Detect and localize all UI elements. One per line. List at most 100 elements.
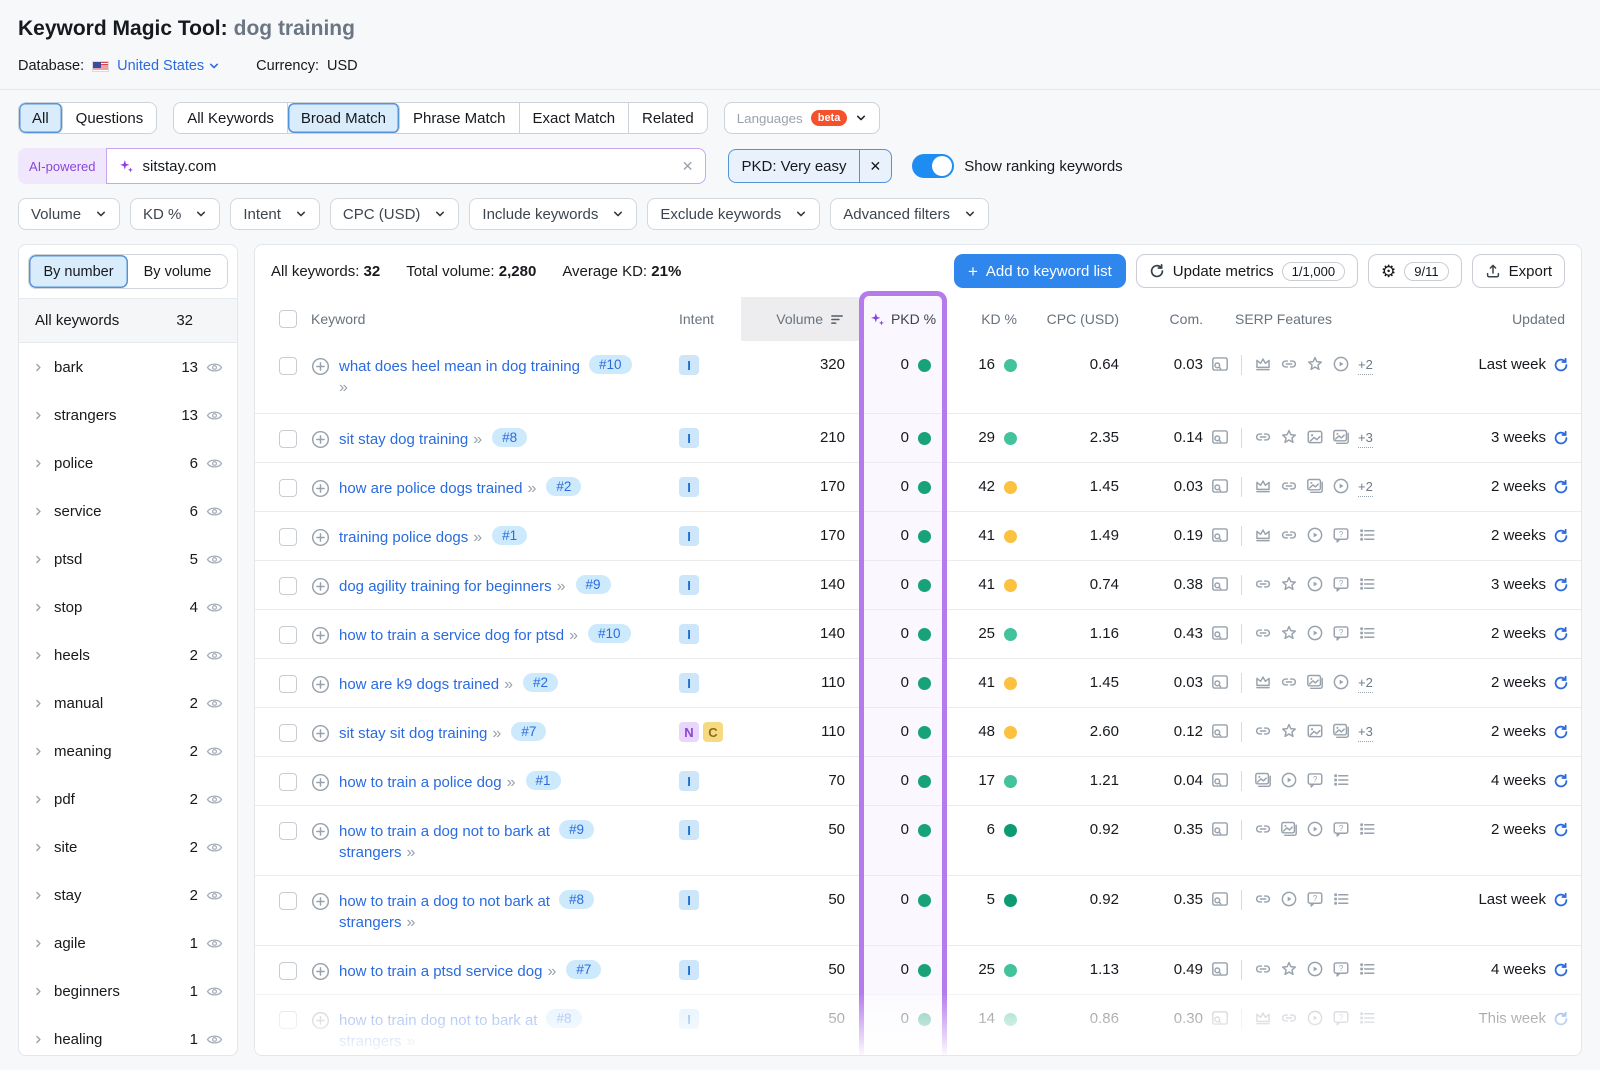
add-keyword-plus-icon[interactable]: [311, 1011, 330, 1030]
ranking-keywords-toggle[interactable]: [912, 154, 954, 178]
export-button[interactable]: Export: [1472, 254, 1565, 288]
row-checkbox[interactable]: [279, 962, 297, 980]
row-checkbox[interactable]: [279, 892, 297, 910]
tab-questions[interactable]: Questions: [63, 103, 157, 133]
sidebar-item-police[interactable]: police 6: [19, 439, 237, 487]
tab-related[interactable]: Related: [629, 103, 707, 133]
keyword-link[interactable]: how to train a service dog for ptsd»: [339, 625, 579, 646]
eye-icon[interactable]: [206, 553, 223, 566]
settings-button[interactable]: ⚙ 9/11: [1368, 254, 1462, 288]
keyword-search-box[interactable]: ✕: [106, 148, 706, 184]
filter-advanced-filters[interactable]: Advanced filters: [830, 198, 989, 230]
keyword-link[interactable]: sit stay sit dog training»: [339, 723, 502, 744]
eye-icon[interactable]: [206, 409, 223, 422]
sidebar-item-strangers[interactable]: strangers 13: [19, 391, 237, 439]
sort-by-number-tab[interactable]: By number: [29, 255, 128, 288]
eye-icon[interactable]: [206, 889, 223, 902]
refresh-row-icon[interactable]: [1553, 430, 1569, 446]
serp-more-count[interactable]: +3: [1358, 429, 1373, 448]
all-keywords-group[interactable]: All keywords 32: [19, 298, 237, 343]
refresh-row-icon[interactable]: [1553, 357, 1569, 373]
column-header-intent[interactable]: Intent: [679, 297, 741, 341]
expand-keyword-icon[interactable]: »: [473, 529, 483, 546]
sidebar-item-meaning[interactable]: meaning 2: [19, 727, 237, 775]
serp-more-count[interactable]: +3: [1358, 723, 1373, 742]
add-keyword-plus-icon[interactable]: [311, 773, 330, 792]
eye-icon[interactable]: [206, 697, 223, 710]
sidebar-item-site[interactable]: site 2: [19, 823, 237, 871]
keyword-link[interactable]: how to train a dog to not bark atstrange…: [339, 891, 550, 933]
serp-more-count[interactable]: +2: [1358, 478, 1373, 497]
row-checkbox[interactable]: [279, 479, 297, 497]
row-checkbox[interactable]: [279, 822, 297, 840]
filter-kd-[interactable]: KD %: [130, 198, 220, 230]
add-keyword-plus-icon[interactable]: [311, 675, 330, 694]
keyword-link[interactable]: what does heel mean in dog training»: [339, 356, 580, 398]
column-header-keyword[interactable]: Keyword: [311, 297, 679, 341]
serp-more-count[interactable]: +2: [1358, 674, 1373, 693]
filter-intent[interactable]: Intent: [230, 198, 320, 230]
row-checkbox[interactable]: [279, 357, 297, 375]
filter-exclude-keywords[interactable]: Exclude keywords: [647, 198, 820, 230]
sidebar-item-pdf[interactable]: pdf 2: [19, 775, 237, 823]
eye-icon[interactable]: [206, 985, 223, 998]
serp-more-count[interactable]: +2: [1358, 356, 1373, 375]
expand-keyword-icon[interactable]: »: [407, 1033, 417, 1050]
refresh-row-icon[interactable]: [1553, 479, 1569, 495]
refresh-row-icon[interactable]: [1553, 528, 1569, 544]
sidebar-item-agile[interactable]: agile 1: [19, 919, 237, 967]
select-all-checkbox[interactable]: [279, 310, 297, 328]
languages-dropdown[interactable]: Languages beta: [724, 102, 881, 134]
add-keyword-plus-icon[interactable]: [311, 479, 330, 498]
add-keyword-plus-icon[interactable]: [311, 892, 330, 911]
sidebar-item-beginners[interactable]: beginners 1: [19, 967, 237, 1015]
expand-keyword-icon[interactable]: »: [527, 480, 537, 497]
filter-cpc-usd-[interactable]: CPC (USD): [330, 198, 460, 230]
expand-keyword-icon[interactable]: »: [507, 774, 517, 791]
filter-volume[interactable]: Volume: [18, 198, 120, 230]
refresh-row-icon[interactable]: [1553, 675, 1569, 691]
row-checkbox[interactable]: [279, 528, 297, 546]
row-checkbox[interactable]: [279, 577, 297, 595]
sidebar-item-stop[interactable]: stop 4: [19, 583, 237, 631]
filter-include-keywords[interactable]: Include keywords: [469, 198, 637, 230]
column-header-volume[interactable]: Volume: [741, 297, 859, 341]
refresh-row-icon[interactable]: [1553, 822, 1569, 838]
eye-icon[interactable]: [206, 601, 223, 614]
add-keyword-plus-icon[interactable]: [311, 962, 330, 981]
sidebar-item-healing[interactable]: healing 1: [19, 1015, 237, 1056]
eye-icon[interactable]: [206, 505, 223, 518]
expand-keyword-icon[interactable]: »: [504, 676, 514, 693]
keyword-link[interactable]: training police dogs»: [339, 527, 483, 548]
sort-by-volume-tab[interactable]: By volume: [128, 255, 227, 288]
expand-keyword-icon[interactable]: »: [569, 627, 579, 644]
eye-icon[interactable]: [206, 649, 223, 662]
sidebar-item-ptsd[interactable]: ptsd 5: [19, 535, 237, 583]
pkd-filter-chip[interactable]: PKD: Very easy ✕: [728, 149, 892, 183]
add-keyword-plus-icon[interactable]: [311, 724, 330, 743]
add-keyword-plus-icon[interactable]: [311, 357, 330, 376]
keyword-link[interactable]: how to train a police dog»: [339, 772, 517, 793]
tab-phrase-match[interactable]: Phrase Match: [400, 103, 520, 133]
database-selector[interactable]: United States: [117, 58, 220, 74]
eye-icon[interactable]: [206, 1033, 223, 1046]
expand-keyword-icon[interactable]: »: [339, 379, 349, 396]
add-keyword-plus-icon[interactable]: [311, 528, 330, 547]
keyword-search-input[interactable]: [142, 158, 673, 175]
eye-icon[interactable]: [206, 745, 223, 758]
row-checkbox[interactable]: [279, 773, 297, 791]
refresh-row-icon[interactable]: [1553, 626, 1569, 642]
keyword-link[interactable]: dog agility training for beginners»: [339, 576, 567, 597]
eye-icon[interactable]: [206, 457, 223, 470]
row-checkbox[interactable]: [279, 1011, 297, 1029]
add-keyword-plus-icon[interactable]: [311, 430, 330, 449]
keyword-link[interactable]: how to train a dog not to bark atstrange…: [339, 821, 550, 863]
row-checkbox[interactable]: [279, 724, 297, 742]
refresh-row-icon[interactable]: [1553, 773, 1569, 789]
keyword-link[interactable]: how to train a ptsd service dog»: [339, 961, 557, 982]
keyword-link[interactable]: how are police dogs trained»: [339, 478, 537, 499]
refresh-row-icon[interactable]: [1553, 1011, 1569, 1027]
clear-search-icon[interactable]: ✕: [682, 158, 694, 175]
refresh-row-icon[interactable]: [1553, 724, 1569, 740]
refresh-row-icon[interactable]: [1553, 577, 1569, 593]
